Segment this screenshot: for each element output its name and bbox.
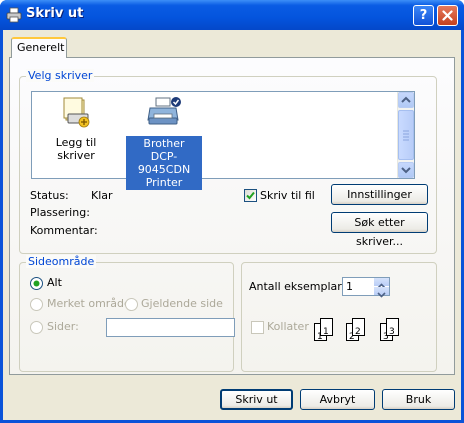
collate-label: Kollater bbox=[267, 320, 309, 333]
copies-label: Antall eksemplarer: bbox=[249, 280, 357, 293]
scroll-thumb[interactable] bbox=[398, 110, 414, 160]
selection-radio[interactable] bbox=[30, 298, 43, 311]
pages-input[interactable] bbox=[106, 318, 235, 337]
select-printer-group: Velg skriver Legg til skriver Brother DC… bbox=[19, 69, 437, 254]
chevron-down-icon bbox=[377, 292, 386, 298]
printer-label-line-3: Printer bbox=[145, 176, 183, 189]
pages-radio[interactable] bbox=[30, 321, 43, 334]
copies-spinner[interactable] bbox=[374, 278, 389, 298]
copies-value: 1 bbox=[346, 280, 353, 293]
radio-dot-icon bbox=[33, 280, 40, 287]
title-bar[interactable]: Skriv ut ? bbox=[0, 0, 464, 30]
page-range-group: Sideområde Alt Merket område Gjeldende s… bbox=[19, 255, 235, 372]
brother-printer-label: Brother DCP-9045CDN Printer bbox=[126, 136, 202, 190]
printer-item-add-printer[interactable]: Legg til skriver bbox=[36, 96, 116, 162]
collate-page: 3 bbox=[386, 318, 399, 337]
dialog-client-area: Generelt Velg skriver Legg til skriver B… bbox=[3, 30, 461, 420]
scroll-up-button[interactable] bbox=[398, 92, 414, 108]
location-label: Plassering: bbox=[30, 206, 90, 219]
checkmark-icon bbox=[246, 191, 255, 200]
collate-page: 2 bbox=[352, 318, 365, 337]
all-pages-radio[interactable] bbox=[30, 277, 43, 290]
add-printer-icon bbox=[63, 97, 90, 128]
printer-icon bbox=[147, 97, 181, 125]
preferences-button[interactable]: Innstillinger bbox=[331, 184, 428, 205]
print-dialog-window: Skriv ut ? Generelt Velg skriver Legg ti… bbox=[0, 0, 464, 423]
scroll-down-button[interactable] bbox=[398, 162, 414, 178]
collate-page: 1 bbox=[320, 318, 333, 337]
copies-input[interactable]: 1 bbox=[342, 277, 390, 298]
select-printer-group-title: Velg skriver bbox=[26, 69, 95, 82]
cancel-button[interactable]: Avbryt bbox=[300, 389, 375, 410]
print-to-file-checkbox[interactable] bbox=[244, 189, 257, 202]
close-icon bbox=[442, 10, 453, 21]
copies-group: Antall eksemplarer: 1 Kollater 1 1 2 2 3… bbox=[241, 262, 437, 372]
status-label: Status: bbox=[30, 189, 69, 202]
collate-checkbox[interactable] bbox=[251, 321, 264, 334]
printer-label-line-1: Brother bbox=[143, 137, 185, 150]
printer-list[interactable]: Legg til skriver Brother DCP-9045CDN Pri… bbox=[31, 91, 415, 190]
chevron-up-icon bbox=[401, 96, 411, 103]
printer-list-scrollbar[interactable] bbox=[397, 92, 414, 178]
window-title: Skriv ut bbox=[26, 6, 84, 21]
chevron-down-icon bbox=[401, 167, 411, 174]
print-button[interactable]: Skriv ut bbox=[220, 389, 293, 410]
current-page-radio[interactable] bbox=[125, 298, 138, 311]
close-button[interactable] bbox=[437, 5, 458, 26]
spin-down-button[interactable] bbox=[374, 287, 389, 298]
page-range-group-title: Sideområde bbox=[26, 255, 97, 268]
tab-general[interactable]: Generelt bbox=[11, 37, 67, 58]
apply-button[interactable]: Bruk bbox=[382, 389, 455, 410]
spin-up-button[interactable] bbox=[374, 278, 389, 289]
all-pages-label: Alt bbox=[47, 276, 62, 289]
printer-label-line-2: DCP-9045CDN bbox=[137, 150, 191, 176]
print-to-file-label: Skriv til fil bbox=[260, 189, 315, 202]
add-printer-label: Legg til skriver bbox=[55, 136, 97, 162]
tab-panel: Velg skriver Legg til skriver Brother DC… bbox=[9, 57, 455, 375]
grip-icon bbox=[403, 130, 409, 141]
printer-icon bbox=[6, 7, 22, 23]
find-printer-button[interactable]: Søk etter skriver... bbox=[331, 212, 428, 248]
status-value: Klar bbox=[91, 189, 113, 202]
comment-label: Kommentar: bbox=[30, 224, 98, 237]
selection-label: Merket område bbox=[47, 297, 131, 310]
current-page-label: Gjeldende side bbox=[141, 297, 223, 310]
pages-label: Sider: bbox=[47, 320, 79, 333]
printer-item-brother[interactable]: Brother DCP-9045CDN Printer bbox=[126, 96, 202, 190]
help-button[interactable]: ? bbox=[413, 5, 434, 26]
